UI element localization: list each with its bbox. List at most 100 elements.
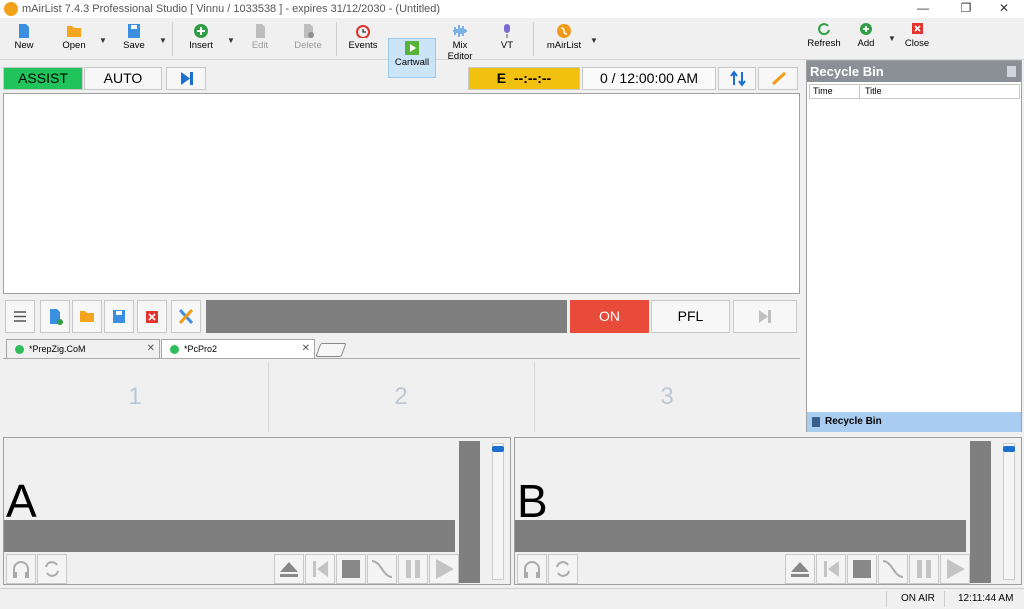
player-stop-button[interactable] (336, 554, 366, 584)
player-fade-button[interactable] (367, 554, 397, 584)
player-pause-button[interactable] (398, 554, 428, 584)
skip-next-icon (759, 310, 771, 323)
player-play-button[interactable] (940, 554, 970, 584)
recycle-bin-panel[interactable]: Recycle Bin Time Title Recycle Bin (806, 60, 1022, 432)
restore-button[interactable]: ❐ (946, 0, 986, 18)
tab-close-icon[interactable]: ✕ (147, 340, 155, 358)
mairlist-dropdown-icon[interactable]: ▼ (590, 36, 598, 45)
vt-button[interactable]: VT (492, 22, 522, 58)
cart-slot-1[interactable]: 1 (3, 362, 267, 432)
loop-icon (556, 561, 570, 577)
events-button[interactable]: Events (344, 22, 382, 58)
player-eject-button[interactable] (274, 554, 304, 584)
main-toolbar: New Open ▼ Save ▼ Insert ▼ Edit Delete E… (0, 18, 1024, 78)
recycle-bin-columns: Time Title (809, 84, 1020, 99)
delete-button[interactable]: Delete (290, 22, 326, 58)
hamburger-menu-icon (14, 311, 26, 322)
playlist-panel[interactable] (3, 93, 800, 294)
new-button[interactable]: New (6, 22, 42, 58)
play-icon (436, 559, 454, 579)
minimize-button[interactable]: — (903, 0, 943, 18)
close-panel-button[interactable]: Close (902, 20, 932, 56)
player-fade-button[interactable] (878, 554, 908, 584)
microphone-icon (504, 24, 510, 38)
mix-editor-button[interactable]: Mix Editor (439, 22, 481, 62)
plus-circle-icon (860, 23, 872, 35)
edit-button[interactable]: Edit (244, 22, 276, 58)
edit-pencil-button[interactable] (758, 67, 798, 90)
open-dropdown-icon[interactable]: ▼ (99, 36, 107, 45)
player-eject-button[interactable] (785, 554, 815, 584)
cart-new-button[interactable] (40, 300, 70, 333)
save-dropdown-icon[interactable]: ▼ (159, 36, 167, 45)
insert-dropdown-icon[interactable]: ▼ (227, 36, 235, 45)
cart-slot-2[interactable]: 2 (269, 362, 533, 432)
cart-menu-button[interactable] (5, 300, 35, 333)
cart-tools-button[interactable] (171, 300, 201, 333)
player-pfl-button[interactable] (6, 554, 36, 584)
recycle-bin-footer-tab[interactable]: Recycle Bin (807, 412, 1021, 432)
cart-pfl-button[interactable]: PFL (651, 300, 730, 333)
column-header-time[interactable]: Time (813, 85, 833, 98)
cart-skip-button[interactable] (733, 300, 797, 333)
tab-pcpro2[interactable]: *PcPro2 ✕ (161, 339, 315, 358)
close-window-button[interactable]: ✕ (984, 0, 1024, 18)
stop-icon (342, 560, 360, 578)
save-button[interactable]: Save (116, 22, 152, 58)
eta-display: E --:--:-- (468, 67, 580, 90)
skip-previous-icon (824, 561, 839, 577)
column-header-title[interactable]: Title (865, 85, 882, 98)
skip-previous-icon (313, 561, 328, 577)
player-play-button[interactable] (429, 554, 459, 584)
new-tab-button[interactable] (315, 343, 347, 357)
player-pfl-button[interactable] (517, 554, 547, 584)
player-a[interactable]: A (3, 437, 511, 585)
player-stop-button[interactable] (847, 554, 877, 584)
refresh-button[interactable]: Refresh (806, 20, 842, 56)
tab-divider (3, 358, 800, 359)
status-divider (886, 591, 887, 607)
status-dot-icon (170, 345, 179, 354)
player-previous-button[interactable] (816, 554, 846, 584)
save-disk-icon (113, 310, 125, 323)
skip-next-button[interactable] (166, 67, 206, 90)
sort-button[interactable] (718, 67, 756, 90)
toolbar-separator (336, 22, 337, 56)
cart-slot-3[interactable]: 3 (535, 362, 799, 432)
pause-icon (917, 560, 931, 578)
insert-button[interactable]: Insert (182, 22, 220, 58)
volume-fader[interactable] (1003, 443, 1015, 580)
tab-close-icon[interactable]: ✕ (302, 340, 310, 358)
mairlist-menu-button[interactable]: mAirList (544, 22, 584, 58)
alarm-clock-icon (356, 25, 370, 38)
fader-knob[interactable] (1003, 446, 1015, 452)
tools-icon (178, 308, 194, 325)
status-dot-icon (15, 345, 24, 354)
cart-open-button[interactable] (72, 300, 102, 333)
add-button[interactable]: Add (852, 20, 880, 56)
cartwall-button[interactable]: Cartwall (388, 38, 436, 78)
trash-icon (812, 417, 820, 427)
player-pause-button[interactable] (909, 554, 939, 584)
player-loop-button[interactable] (37, 554, 67, 584)
player-loop-button[interactable] (548, 554, 578, 584)
fade-out-icon (371, 560, 393, 578)
cart-save-button[interactable] (104, 300, 134, 333)
add-dropdown-icon[interactable]: ▼ (888, 34, 896, 43)
cart-on-button[interactable]: ON (570, 300, 649, 333)
volume-fader[interactable] (492, 443, 504, 580)
assist-mode-button[interactable]: ASSIST (3, 67, 83, 90)
fader-knob[interactable] (492, 446, 504, 452)
auto-mode-button[interactable]: AUTO (84, 67, 162, 90)
cart-close-button[interactable] (137, 300, 167, 333)
player-previous-button[interactable] (305, 554, 335, 584)
player-b[interactable]: B (514, 437, 1022, 585)
cart-progress-bar (206, 300, 567, 333)
open-button[interactable]: Open (56, 22, 92, 58)
new-file-icon (50, 309, 63, 325)
pause-icon (406, 560, 420, 578)
edit-document-icon (256, 24, 265, 38)
status-divider (944, 591, 945, 607)
eject-icon (280, 562, 298, 577)
tab-prepzig[interactable]: *PrepZig.CoM ✕ (6, 339, 160, 358)
